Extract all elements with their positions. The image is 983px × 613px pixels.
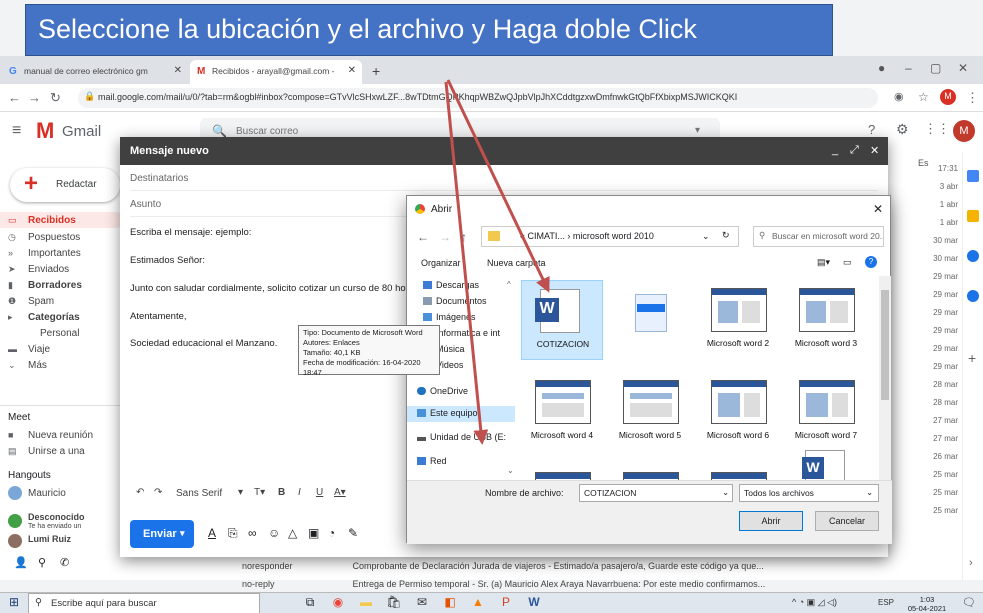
annotation-arrows (444, 79, 550, 445)
arrow-to-drive (444, 81, 489, 445)
screen: G manual de correo electrónico gm ✕ M Re… (0, 0, 983, 613)
